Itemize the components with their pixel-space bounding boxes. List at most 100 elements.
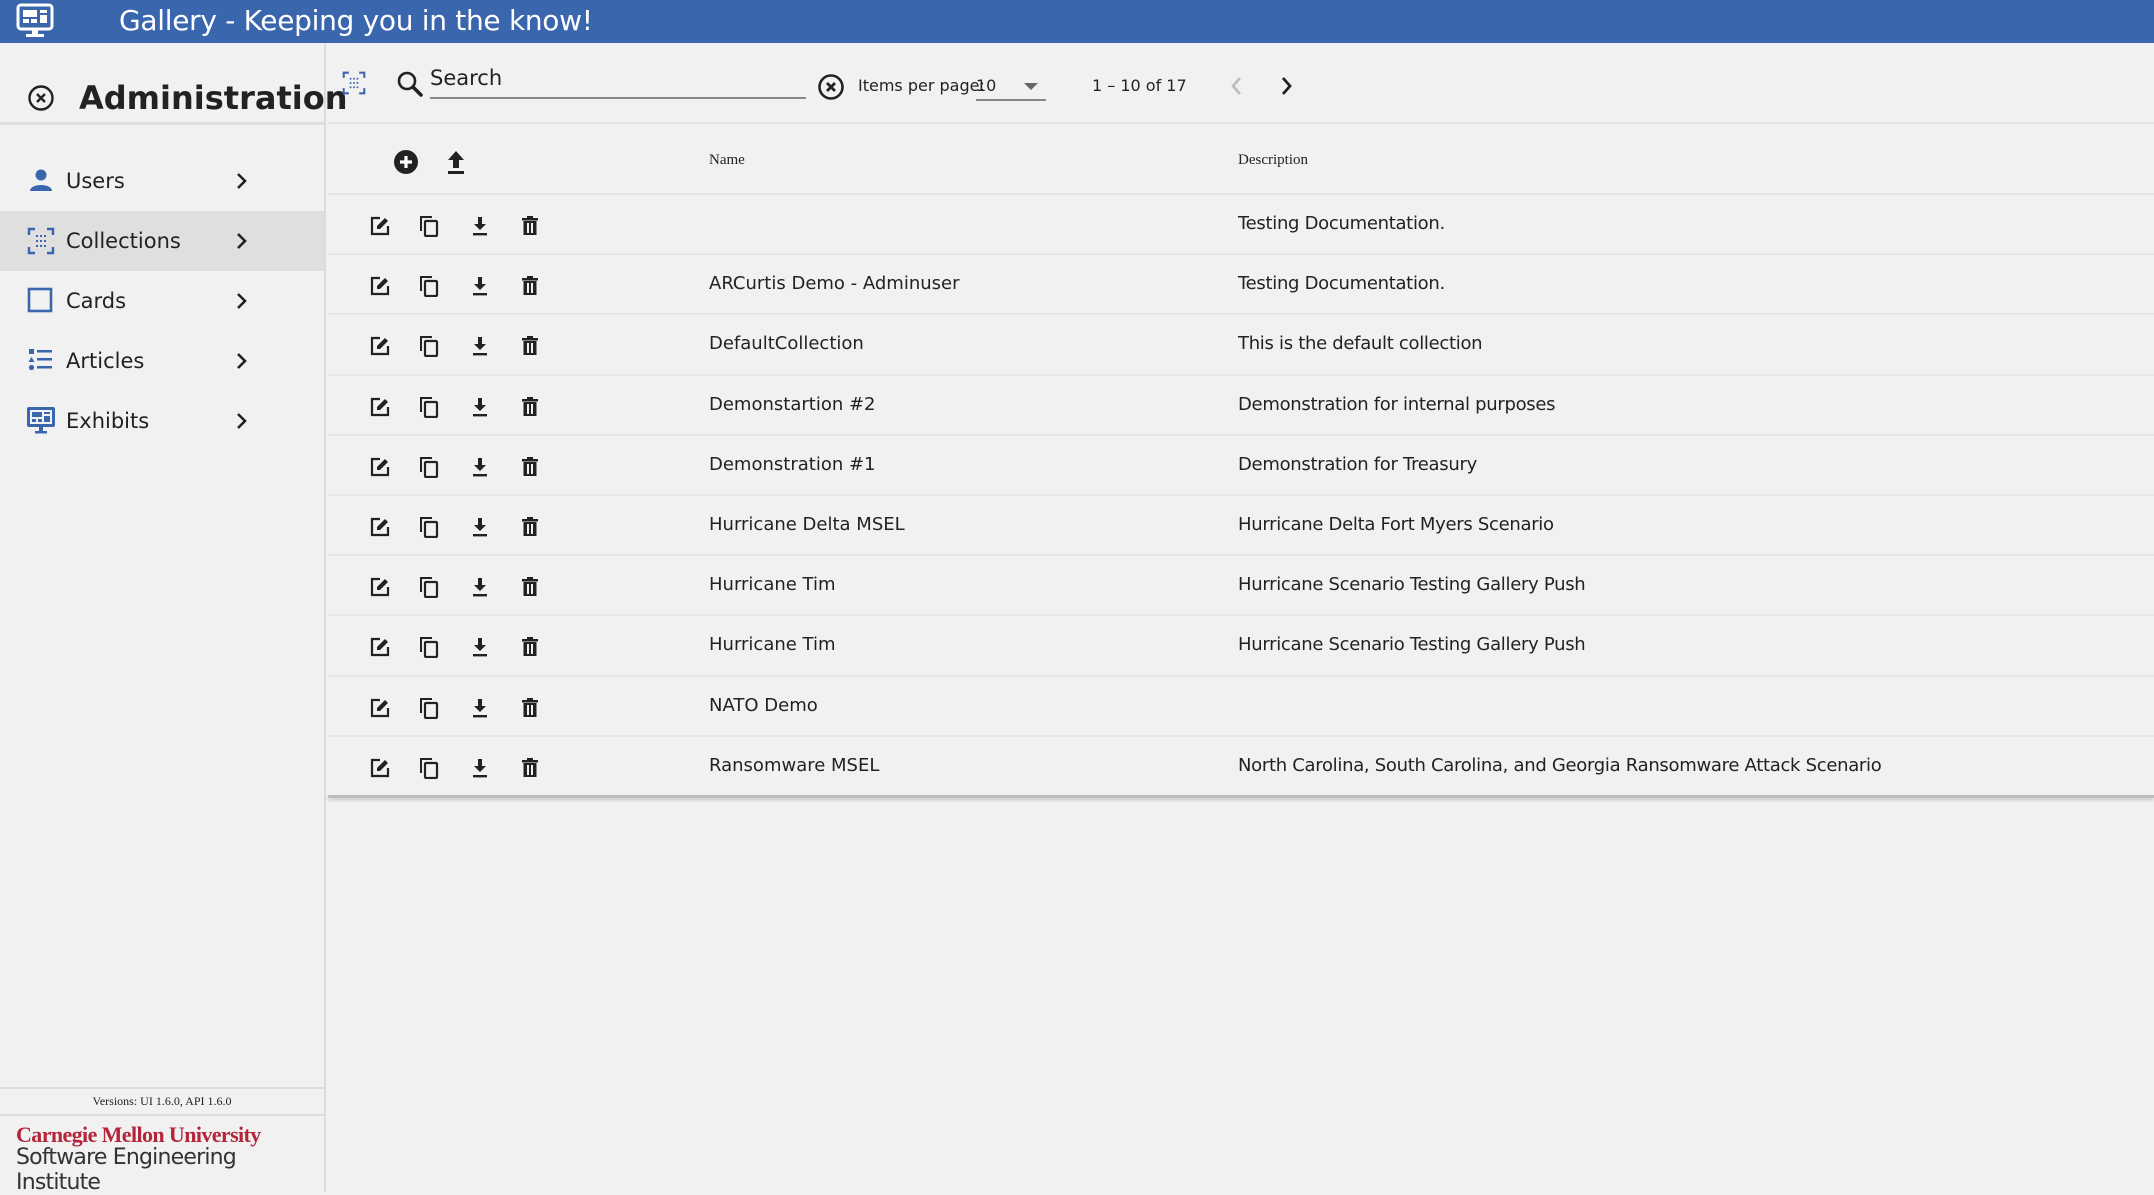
- copy-button[interactable]: [418, 516, 440, 538]
- chevron-right-icon: [232, 289, 252, 313]
- clear-search-button[interactable]: [817, 73, 845, 101]
- upload-button[interactable]: [443, 148, 469, 176]
- edit-icon: [370, 578, 390, 597]
- sidebar-item-users[interactable]: Users: [0, 151, 324, 211]
- sidebar-item-articles[interactable]: Articles: [0, 331, 324, 391]
- delete-button[interactable]: [519, 576, 541, 598]
- download-button[interactable]: [469, 757, 491, 779]
- collections-icon: [342, 71, 366, 95]
- collection-name: Hurricane Tim: [709, 574, 836, 596]
- download-button[interactable]: [469, 275, 491, 297]
- edit-icon: [370, 638, 390, 657]
- table-toolbar: Items per page: 10 1 – 10 of 17: [328, 43, 2154, 124]
- collection-description: Testing Documentation.: [1238, 273, 1445, 295]
- collection-description: Demonstration for Treasury: [1238, 453, 1477, 475]
- download-button[interactable]: [469, 456, 491, 478]
- edit-icon: [370, 758, 390, 777]
- collection-description: Hurricane Scenario Testing Gallery Push: [1238, 574, 1586, 596]
- column-header-description[interactable]: Description: [1238, 152, 1308, 169]
- trash-icon: [522, 456, 538, 476]
- collection-name: Ransomware MSEL: [709, 754, 880, 776]
- previous-page-button[interactable]: [1224, 72, 1250, 100]
- chevron-right-icon: [232, 169, 252, 193]
- trash-icon: [522, 697, 538, 717]
- download-button[interactable]: [469, 335, 491, 357]
- edit-button[interactable]: [369, 396, 391, 418]
- download-icon: [473, 217, 487, 236]
- delete-button[interactable]: [519, 456, 541, 478]
- download-icon: [473, 277, 487, 296]
- copy-button[interactable]: [418, 335, 440, 358]
- copy-icon: [420, 577, 439, 599]
- edit-button[interactable]: [369, 516, 391, 538]
- download-button[interactable]: [469, 697, 491, 719]
- edit-button[interactable]: [369, 215, 391, 237]
- copy-button[interactable]: [418, 215, 440, 237]
- copy-button[interactable]: [418, 697, 440, 719]
- column-header-name[interactable]: Name: [709, 152, 745, 169]
- sidebar-item-collections[interactable]: Collections: [0, 211, 324, 271]
- collection-name: DefaultCollection: [709, 333, 864, 355]
- close-sidebar-button[interactable]: [27, 84, 55, 112]
- add-collection-button[interactable]: [392, 148, 420, 176]
- table-row: Hurricane Delta MSEL Hurricane Delta For…: [328, 496, 2154, 557]
- edit-button[interactable]: [369, 636, 391, 658]
- edit-icon: [370, 216, 390, 236]
- edit-button[interactable]: [369, 335, 391, 357]
- copy-button[interactable]: [418, 757, 440, 779]
- copy-button[interactable]: [418, 576, 440, 599]
- trash-icon: [522, 516, 538, 536]
- copy-button[interactable]: [418, 636, 440, 659]
- edit-button[interactable]: [369, 697, 391, 719]
- download-button[interactable]: [469, 576, 491, 598]
- copy-button[interactable]: [418, 396, 440, 418]
- table-row: Ransomware MSEL North Carolina, South Ca…: [328, 737, 2154, 797]
- delete-button[interactable]: [519, 516, 541, 538]
- collection-description: Hurricane Delta Fort Myers Scenario: [1238, 513, 1554, 535]
- edit-button[interactable]: [369, 456, 391, 478]
- delete-button[interactable]: [519, 335, 541, 357]
- monitor-icon: [27, 407, 55, 435]
- delete-button[interactable]: [519, 697, 541, 719]
- delete-button[interactable]: [519, 215, 541, 237]
- delete-button[interactable]: [519, 757, 541, 779]
- search-input[interactable]: [430, 62, 806, 99]
- download-icon: [473, 638, 487, 657]
- copy-icon: [420, 336, 439, 358]
- trash-icon: [522, 577, 538, 597]
- delete-button[interactable]: [519, 636, 541, 658]
- copy-icon: [420, 757, 439, 779]
- edit-icon: [370, 277, 390, 296]
- download-icon: [473, 397, 487, 416]
- edit-icon: [370, 337, 390, 356]
- collection-description: Testing Documentation.: [1238, 213, 1445, 234]
- trash-icon: [522, 757, 538, 777]
- table-header: Name Description: [328, 124, 2154, 195]
- edit-button[interactable]: [369, 275, 391, 297]
- chevron-right-icon: [1281, 77, 1292, 95]
- main-content: Items per page: 10 1 – 10 of 17 Name Des…: [328, 43, 2154, 1192]
- items-per-page-select[interactable]: 10: [976, 72, 1046, 101]
- delete-button[interactable]: [519, 275, 541, 297]
- edit-button[interactable]: [369, 576, 391, 598]
- collection-description: North Carolina, South Carolina, and Geor…: [1238, 754, 1882, 776]
- download-button[interactable]: [469, 636, 491, 658]
- sidebar-item-label: Users: [66, 169, 125, 193]
- table-row: DefaultCollection This is the default co…: [328, 315, 2154, 376]
- download-button[interactable]: [469, 516, 491, 538]
- copy-button[interactable]: [418, 275, 440, 298]
- collection-name: NATO Demo: [709, 694, 818, 716]
- sidebar-item-cards[interactable]: Cards: [0, 271, 324, 331]
- collection-description: Hurricane Scenario Testing Gallery Push: [1238, 634, 1586, 656]
- copy-button[interactable]: [418, 456, 440, 478]
- dropdown-caret-icon: [1024, 83, 1038, 90]
- download-button[interactable]: [469, 215, 491, 237]
- edit-button[interactable]: [369, 757, 391, 779]
- collections-icon: [27, 227, 55, 255]
- next-page-button[interactable]: [1274, 72, 1300, 100]
- download-button[interactable]: [469, 396, 491, 418]
- delete-button[interactable]: [519, 396, 541, 418]
- upload-icon: [448, 151, 464, 174]
- sidebar-item-exhibits[interactable]: Exhibits: [0, 391, 324, 451]
- card-square-icon: [27, 287, 55, 315]
